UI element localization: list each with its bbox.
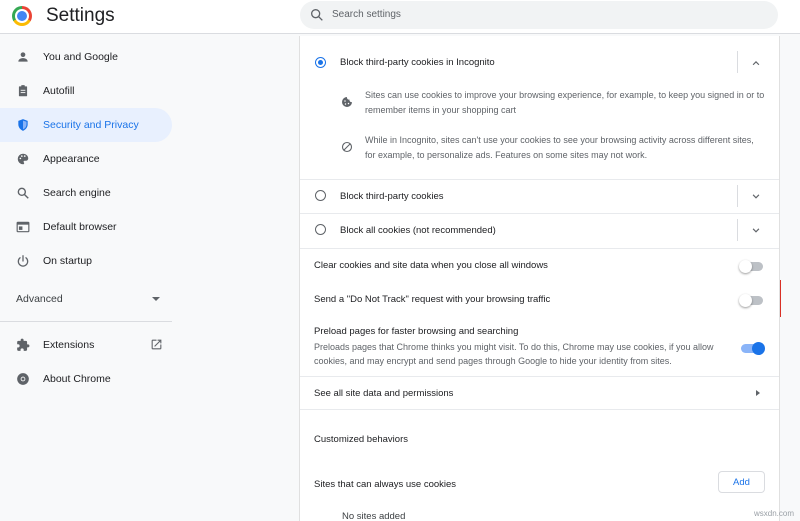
do-not-track-row[interactable]: Send a "Do Not Track" request with your …	[300, 282, 779, 315]
sidebar-item-label: Search engine	[43, 187, 111, 199]
clear-on-close-row[interactable]: Clear cookies and site data when you clo…	[300, 249, 779, 281]
sidebar-item-label: Security and Privacy	[43, 119, 139, 131]
power-icon	[16, 254, 30, 268]
radio-button[interactable]	[315, 57, 326, 68]
advanced-label: Advanced	[16, 293, 63, 305]
sidebar-divider	[0, 321, 172, 322]
preload-label: Preload pages for faster browsing and se…	[314, 326, 519, 337]
search-input[interactable]: Search settings	[300, 1, 778, 29]
chevron-down-icon[interactable]	[749, 223, 763, 237]
search-icon	[16, 186, 30, 200]
app-title: Settings	[46, 5, 115, 26]
row-separator	[737, 219, 738, 241]
add-site-button[interactable]: Add	[718, 471, 765, 493]
sidebar-item-on-startup[interactable]: On startup	[0, 244, 172, 278]
block-icon	[341, 141, 353, 153]
do-not-track-toggle[interactable]	[739, 294, 763, 307]
divider	[300, 409, 779, 410]
sidebar-item-default-browser[interactable]: Default browser	[0, 210, 172, 244]
do-not-track-label: Send a "Do Not Track" request with your …	[314, 294, 551, 305]
chrome-icon	[16, 372, 30, 386]
sidebar: You and Google Autofill Security and Pri…	[0, 40, 180, 396]
chrome-logo-icon	[12, 6, 32, 26]
chevron-down-icon[interactable]	[749, 189, 763, 203]
cookie-icon	[342, 97, 352, 107]
sidebar-item-label: Default browser	[43, 221, 117, 233]
search-icon	[311, 9, 323, 21]
sidebar-item-autofill[interactable]: Autofill	[0, 74, 172, 108]
sidebar-item-label: Extensions	[43, 339, 95, 351]
incognito-detail-text: While in Incognito, sites can't use your…	[365, 135, 754, 160]
clear-on-close-label: Clear cookies and site data when you clo…	[314, 260, 548, 271]
always-allow-label: Sites that can always use cookies	[314, 479, 457, 490]
caret-down-icon	[152, 297, 160, 301]
cookie-option-block-third-party-incognito[interactable]: Block third-party cookies in Incognito	[300, 48, 779, 76]
no-sites-text: No sites added	[342, 511, 406, 521]
cookie-option-label: Block third-party cookies	[340, 191, 444, 202]
preload-description: Preloads pages that Chrome thinks you mi…	[314, 342, 714, 366]
search-placeholder: Search settings	[332, 9, 401, 20]
shield-icon	[16, 118, 30, 132]
row-separator	[737, 51, 738, 73]
divider	[300, 179, 779, 180]
arrow-right-icon	[756, 390, 760, 396]
sidebar-item-security-and-privacy[interactable]: Security and Privacy	[0, 108, 172, 142]
radio-button[interactable]	[315, 224, 326, 235]
sidebar-item-extensions[interactable]: Extensions	[0, 328, 172, 362]
preload-toggle[interactable]	[741, 342, 765, 355]
browser-icon	[16, 220, 30, 234]
see-all-site-data-row[interactable]: See all site data and permissions	[300, 377, 779, 409]
cookie-option-block-all[interactable]: Block all cookies (not recommended)	[300, 215, 779, 247]
sidebar-item-label: You and Google	[43, 51, 118, 63]
cookie-option-label: Block all cookies (not recommended)	[340, 225, 496, 236]
preload-pages-row[interactable]: Preload pages for faster browsing and se…	[300, 319, 779, 379]
customized-behaviors-heading: Customized behaviors	[314, 434, 408, 445]
sidebar-item-you-and-google[interactable]: You and Google	[0, 40, 172, 74]
sidebar-item-label: Appearance	[43, 153, 100, 165]
cookie-detail-text: Sites can use cookies to improve your br…	[365, 90, 765, 115]
top-bar: Settings Search settings	[0, 0, 800, 34]
cookies-settings-card: Block third-party cookies in Incognito S…	[299, 36, 780, 521]
sidebar-item-label: On startup	[43, 255, 93, 267]
clipboard-icon	[16, 84, 30, 98]
watermark: wsxdn.com	[753, 509, 794, 518]
advanced-section-toggle[interactable]: Advanced	[0, 282, 172, 316]
person-icon	[16, 50, 30, 64]
divider	[300, 213, 779, 214]
puzzle-icon	[16, 338, 30, 352]
clear-on-close-toggle[interactable]	[739, 260, 763, 273]
sidebar-item-label: Autofill	[43, 85, 75, 97]
chevron-up-icon[interactable]	[749, 56, 763, 70]
cookie-option-label: Block third-party cookies in Incognito	[340, 57, 495, 68]
radio-button[interactable]	[315, 190, 326, 201]
row-separator	[737, 185, 738, 207]
palette-icon	[16, 152, 30, 166]
sidebar-item-search-engine[interactable]: Search engine	[0, 176, 172, 210]
sidebar-item-appearance[interactable]: Appearance	[0, 142, 172, 176]
sidebar-item-label: About Chrome	[43, 373, 111, 385]
open-external-icon[interactable]	[150, 338, 163, 351]
see-all-site-data-label: See all site data and permissions	[314, 388, 454, 399]
sidebar-item-about-chrome[interactable]: About Chrome	[0, 362, 172, 396]
cookie-option-block-third-party[interactable]: Block third-party cookies	[300, 181, 779, 213]
